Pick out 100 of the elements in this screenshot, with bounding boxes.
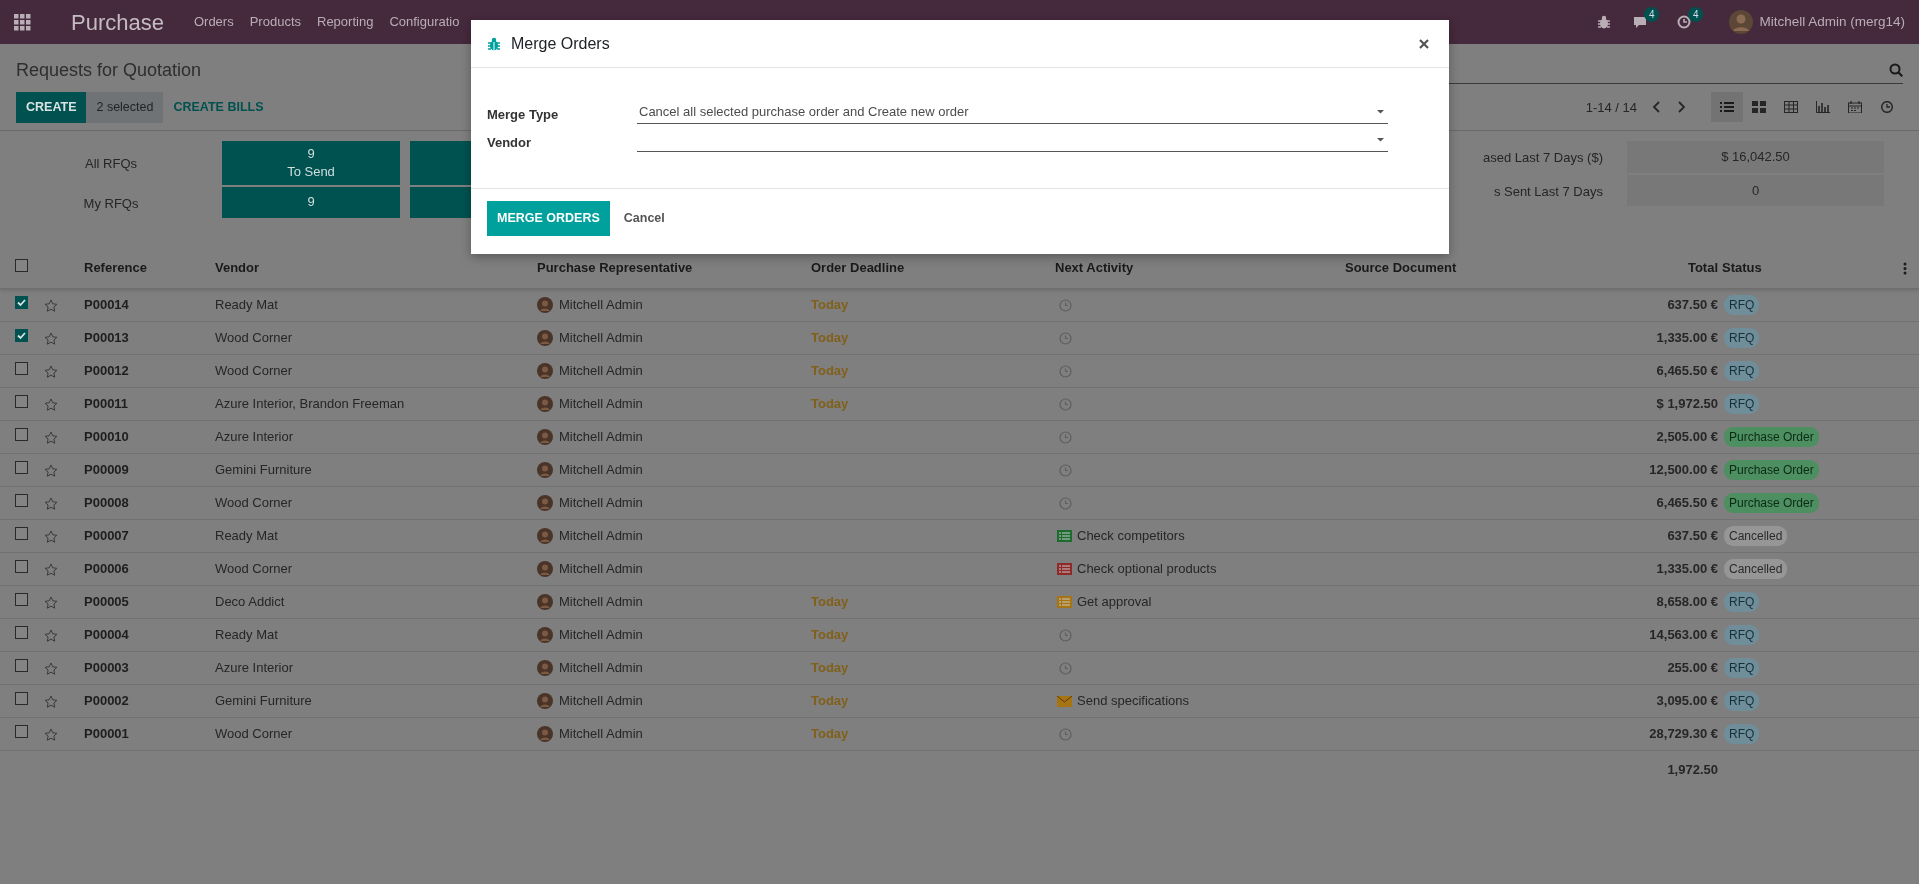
row-checkbox[interactable] xyxy=(15,494,28,508)
total-cell: 8,658.00 € xyxy=(1656,594,1718,610)
representative-cell-text: Mitchell Admin xyxy=(559,461,643,480)
avatar-icon xyxy=(537,627,553,643)
row-checkbox[interactable] xyxy=(15,296,28,310)
apps-menu-icon[interactable] xyxy=(14,13,31,31)
menu-item[interactable]: Configuratio xyxy=(389,12,460,32)
representative-cell-text: Mitchell Admin xyxy=(559,362,643,381)
app-title: Purchase xyxy=(71,8,164,37)
representative-cell-text: Mitchell Admin xyxy=(559,659,643,678)
chart-view-icon xyxy=(1816,101,1830,114)
row-checkbox[interactable] xyxy=(15,692,28,706)
vendor-cell: Deco Addict xyxy=(215,594,285,610)
star-icon[interactable] xyxy=(44,497,58,511)
menu-item[interactable]: Reporting xyxy=(317,12,374,32)
total-cell: 6,465.50 € xyxy=(1656,363,1718,379)
total-cell: 3,095.00 € xyxy=(1656,693,1718,709)
view-switch-button[interactable] xyxy=(1711,92,1743,123)
star-icon[interactable] xyxy=(44,464,58,478)
row-checkbox[interactable] xyxy=(15,461,28,475)
star-icon[interactable] xyxy=(44,596,58,610)
user-menu[interactable]: Mitchell Admin (merg14) xyxy=(1759,11,1905,33)
star-icon[interactable] xyxy=(44,662,58,676)
cancel-button[interactable]: Cancel xyxy=(609,201,679,236)
status-badge: Purchase Order xyxy=(1724,460,1819,480)
dashboard-value: 0 xyxy=(1627,174,1884,206)
selection-counter[interactable]: 2 selected xyxy=(86,92,164,123)
star-icon[interactable] xyxy=(44,530,58,544)
next-icon[interactable] xyxy=(1677,100,1687,115)
deadline-cell: Today xyxy=(811,627,849,643)
row-checkbox[interactable] xyxy=(15,626,28,640)
column-header[interactable]: Purchase Representative xyxy=(537,260,693,276)
reference-cell: P00004 xyxy=(84,627,129,643)
dashboard-tile[interactable]: 9 xyxy=(222,187,400,218)
column-header[interactable]: Order Deadline xyxy=(811,260,905,276)
vendor-cell: Azure Interior xyxy=(215,660,294,676)
star-icon[interactable] xyxy=(44,431,58,445)
total-cell: $ 1,972.50 xyxy=(1656,396,1718,412)
column-header[interactable]: Next Activity xyxy=(1055,260,1134,276)
options-icon[interactable] xyxy=(1902,262,1907,276)
column-header[interactable]: Vendor xyxy=(215,260,260,276)
row-checkbox[interactable] xyxy=(15,593,28,607)
deadline-cell: Today xyxy=(811,660,849,676)
row-checkbox[interactable] xyxy=(15,362,28,376)
row-checkbox[interactable] xyxy=(15,725,28,739)
avatar-icon xyxy=(537,297,553,313)
representative-cell-text: Mitchell Admin xyxy=(559,527,643,546)
clock-icon[interactable] xyxy=(1677,15,1692,29)
debug-icon[interactable] xyxy=(1597,15,1612,29)
avatar-icon[interactable] xyxy=(1729,10,1754,34)
column-header[interactable]: Status xyxy=(1722,260,1762,276)
column-header[interactable]: Total xyxy=(1687,260,1718,276)
task-list-icon[interactable] xyxy=(1057,530,1072,542)
row-checkbox[interactable] xyxy=(15,395,28,409)
activity-summary: Send specifications xyxy=(1077,692,1189,711)
previous-icon[interactable] xyxy=(1651,100,1661,115)
star-icon[interactable] xyxy=(44,695,58,709)
debug-icon xyxy=(487,36,501,51)
pager-value: 1-14 / 14 xyxy=(1585,98,1637,117)
vendor-cell: Ready Mat xyxy=(215,297,278,313)
menu-item[interactable]: Products xyxy=(249,12,301,32)
deadline-cell: Today xyxy=(811,363,849,379)
star-icon[interactable] xyxy=(44,728,58,742)
total-cell: 637.50 € xyxy=(1667,297,1718,313)
envelope-icon[interactable] xyxy=(1057,695,1072,707)
reference-cell: P00011 xyxy=(84,396,129,412)
total-cell: 1,335.00 € xyxy=(1656,330,1718,346)
task-list-icon[interactable] xyxy=(1057,563,1072,575)
dashboard-tile[interactable]: 9 To Send xyxy=(222,141,400,186)
chat-icon[interactable] xyxy=(1633,15,1648,29)
row-checkbox[interactable] xyxy=(15,428,28,442)
status-badge: RFQ xyxy=(1724,691,1760,711)
list-view-icon xyxy=(1720,101,1734,114)
search-icon[interactable] xyxy=(1889,62,1903,77)
representative-cell-text: Mitchell Admin xyxy=(559,395,643,414)
star-icon[interactable] xyxy=(44,398,58,412)
star-icon[interactable] xyxy=(44,299,58,313)
merge-button[interactable]: MERGE ORDERS xyxy=(487,201,610,236)
column-header[interactable]: Reference xyxy=(84,260,147,276)
row-checkbox[interactable] xyxy=(15,329,28,343)
dashboard-label: s Sent Last 7 Days xyxy=(1492,182,1604,201)
close-icon[interactable] xyxy=(1419,38,1429,49)
deadline-cell: Today xyxy=(811,330,849,346)
star-icon[interactable] xyxy=(44,365,58,379)
row-checkbox[interactable] xyxy=(15,259,28,273)
toolbar-button[interactable]: CREATE xyxy=(16,92,87,123)
status-badge: RFQ xyxy=(1724,394,1760,414)
toolbar-button[interactable]: CREATE BILLS xyxy=(163,92,274,123)
star-icon[interactable] xyxy=(44,629,58,643)
column-header[interactable]: Source Document xyxy=(1345,260,1457,276)
row-checkbox[interactable] xyxy=(15,560,28,574)
vendor-cell: Azure Interior xyxy=(215,429,294,445)
reference-cell: P00010 xyxy=(84,429,129,445)
menu-item[interactable]: Orders xyxy=(193,12,234,32)
row-checkbox[interactable] xyxy=(15,527,28,541)
select-field[interactable]: Cancel all selected purchase order and Create new order xyxy=(637,100,1388,124)
row-checkbox[interactable] xyxy=(15,659,28,673)
deadline-cell: Today xyxy=(811,594,849,610)
star-icon[interactable] xyxy=(44,563,58,577)
star-icon[interactable] xyxy=(44,332,58,346)
